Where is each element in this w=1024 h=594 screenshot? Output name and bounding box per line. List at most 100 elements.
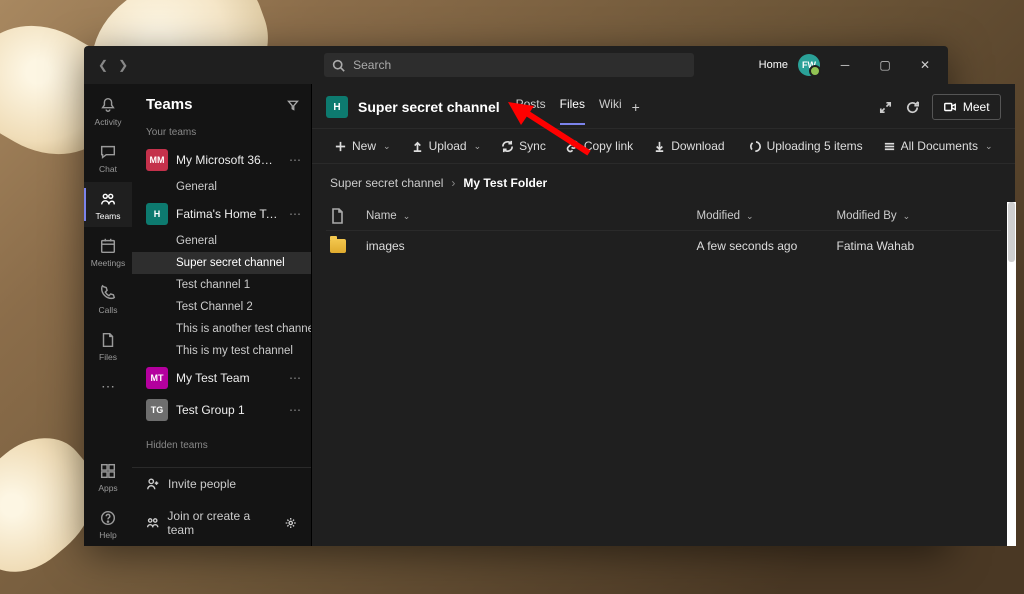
team-icon: MT bbox=[146, 367, 168, 389]
plus-icon bbox=[334, 140, 347, 153]
rail-more[interactable]: ⋯ bbox=[101, 370, 115, 403]
channel-name: Super secret channel bbox=[176, 257, 285, 269]
channel-name: This is another test channel bbox=[176, 323, 311, 335]
main-content: H Super secret channel PostsFilesWiki + … bbox=[312, 84, 1015, 546]
col-modifiedby[interactable]: Modified By⌄ bbox=[837, 208, 997, 224]
channel-item[interactable]: Super secret channel bbox=[132, 252, 311, 274]
team-icon: TG bbox=[146, 399, 168, 421]
search-input[interactable]: Search bbox=[324, 53, 694, 77]
file-list-header: Name⌄ Modified⌄ Modified By⌄ bbox=[326, 202, 1001, 231]
new-button[interactable]: New⌄ bbox=[326, 135, 399, 157]
video-icon bbox=[943, 100, 957, 114]
team-more-icon[interactable]: ⋯ bbox=[287, 371, 303, 385]
meet-button[interactable]: Meet bbox=[932, 94, 1001, 120]
rail-files[interactable]: Files bbox=[84, 323, 132, 368]
rail-meetings[interactable]: Meetings bbox=[84, 229, 132, 274]
team-icon: H bbox=[146, 203, 168, 225]
channel-item[interactable]: General bbox=[132, 230, 311, 252]
file-row[interactable]: images A few seconds ago Fatima Wahab bbox=[326, 231, 1001, 261]
upload-button[interactable]: Upload⌄ bbox=[403, 135, 490, 157]
expand-icon[interactable] bbox=[878, 100, 893, 115]
minimize-button[interactable]: ─ bbox=[830, 50, 860, 80]
chat-icon bbox=[99, 143, 117, 161]
refresh-icon[interactable] bbox=[905, 100, 920, 115]
folder-icon bbox=[330, 239, 346, 253]
gear-icon[interactable] bbox=[284, 516, 297, 530]
channel-item[interactable]: Test Channel 2 bbox=[132, 296, 311, 318]
add-tab-button[interactable]: + bbox=[632, 99, 640, 115]
download-button[interactable]: Download bbox=[645, 135, 732, 157]
scrollbar[interactable] bbox=[1007, 202, 1016, 546]
team-row[interactable]: TG Test Group 1 ⋯ bbox=[132, 394, 311, 426]
uploading-icon bbox=[749, 140, 762, 153]
app-rail: Activity Chat Teams Meetings Calls Files bbox=[84, 84, 132, 546]
rail-calls[interactable]: Calls bbox=[84, 276, 132, 321]
sidebar-title: Teams bbox=[146, 96, 192, 113]
invite-people-link[interactable]: Invite people bbox=[132, 468, 311, 500]
channel-name: This is my test channel bbox=[176, 345, 293, 357]
maximize-button[interactable]: ▢ bbox=[870, 50, 900, 80]
file-toolbar: New⌄ Upload⌄ Sync Copy link Download bbox=[312, 128, 1015, 164]
team-name: Test Group 1 bbox=[176, 403, 279, 417]
file-name: images bbox=[366, 239, 697, 253]
team-more-icon[interactable]: ⋯ bbox=[287, 153, 303, 167]
phone-icon bbox=[99, 284, 117, 302]
nav-forward-icon[interactable]: ❯ bbox=[118, 58, 128, 72]
team-row[interactable]: H Fatima's Home Team ⋯ bbox=[132, 198, 311, 230]
avatar[interactable]: FW bbox=[798, 54, 820, 76]
person-add-icon bbox=[146, 477, 160, 491]
file-modified: A few seconds ago bbox=[697, 239, 837, 253]
filter-icon[interactable] bbox=[287, 99, 299, 111]
team-more-icon[interactable]: ⋯ bbox=[287, 403, 303, 417]
alldocuments-button[interactable]: All Documents⌄ bbox=[875, 135, 1001, 157]
hidden-teams-label[interactable]: Hidden teams bbox=[132, 436, 311, 457]
rail-activity[interactable]: Activity bbox=[84, 88, 132, 133]
team-name: My Test Team bbox=[176, 371, 279, 385]
col-modified[interactable]: Modified⌄ bbox=[697, 208, 837, 224]
close-button[interactable]: ✕ bbox=[910, 50, 940, 80]
copylink-button[interactable]: Copy link bbox=[558, 135, 641, 157]
upload-icon bbox=[411, 140, 424, 153]
team-name: Fatima's Home Team bbox=[176, 207, 279, 221]
bell-icon bbox=[99, 96, 117, 114]
download-icon bbox=[653, 140, 666, 153]
team-more-icon[interactable]: ⋯ bbox=[287, 207, 303, 221]
channel-name: Test Channel 2 bbox=[176, 301, 253, 313]
link-icon bbox=[566, 140, 579, 153]
home-label[interactable]: Home bbox=[759, 59, 788, 71]
channel-title: Super secret channel bbox=[358, 99, 500, 115]
channel-item[interactable]: This is my test channel bbox=[132, 340, 311, 362]
channel-item[interactable]: This is another test channel🔒 bbox=[132, 318, 311, 340]
channel-name: Test channel 1 bbox=[176, 279, 250, 291]
channel-team-icon: H bbox=[326, 96, 348, 118]
list-icon bbox=[883, 140, 896, 153]
rail-help[interactable]: Help bbox=[84, 501, 132, 546]
channel-item[interactable]: Test channel 1 bbox=[132, 274, 311, 296]
sync-button[interactable]: Sync bbox=[493, 135, 554, 157]
breadcrumb: Super secret channel › My Test Folder bbox=[312, 164, 1015, 202]
people-icon bbox=[146, 516, 159, 530]
nav-back-icon[interactable]: ❮ bbox=[98, 58, 108, 72]
rail-teams[interactable]: Teams bbox=[84, 182, 132, 227]
breadcrumb-root[interactable]: Super secret channel bbox=[330, 176, 443, 190]
team-row[interactable]: MT My Test Team ⋯ bbox=[132, 362, 311, 394]
team-row[interactable]: MM My Microsoft 365 group ⋯ bbox=[132, 144, 311, 176]
your-teams-label: Your teams bbox=[132, 123, 311, 144]
tab-posts[interactable]: Posts bbox=[516, 97, 546, 117]
scrollbar-thumb[interactable] bbox=[1008, 202, 1015, 262]
channel-header: H Super secret channel PostsFilesWiki + … bbox=[312, 84, 1015, 128]
rail-chat[interactable]: Chat bbox=[84, 135, 132, 180]
rail-apps[interactable]: Apps bbox=[84, 454, 132, 499]
channel-item[interactable]: General bbox=[132, 176, 311, 198]
file-type-icon bbox=[330, 208, 344, 224]
titlebar: ❮ ❯ Search Home FW ─ ▢ ✕ bbox=[84, 46, 948, 84]
teams-window: ❮ ❯ Search Home FW ─ ▢ ✕ Activity Chat bbox=[84, 46, 948, 546]
uploading-status[interactable]: Uploading 5 items bbox=[741, 135, 871, 157]
join-create-team-link[interactable]: Join or create a team bbox=[132, 500, 311, 546]
col-name[interactable]: Name⌄ bbox=[366, 208, 697, 224]
team-name: My Microsoft 365 group bbox=[176, 153, 279, 167]
tab-wiki[interactable]: Wiki bbox=[599, 97, 622, 117]
search-placeholder: Search bbox=[353, 58, 391, 72]
file-modifiedby: Fatima Wahab bbox=[837, 239, 997, 253]
tab-files[interactable]: Files bbox=[560, 97, 585, 117]
